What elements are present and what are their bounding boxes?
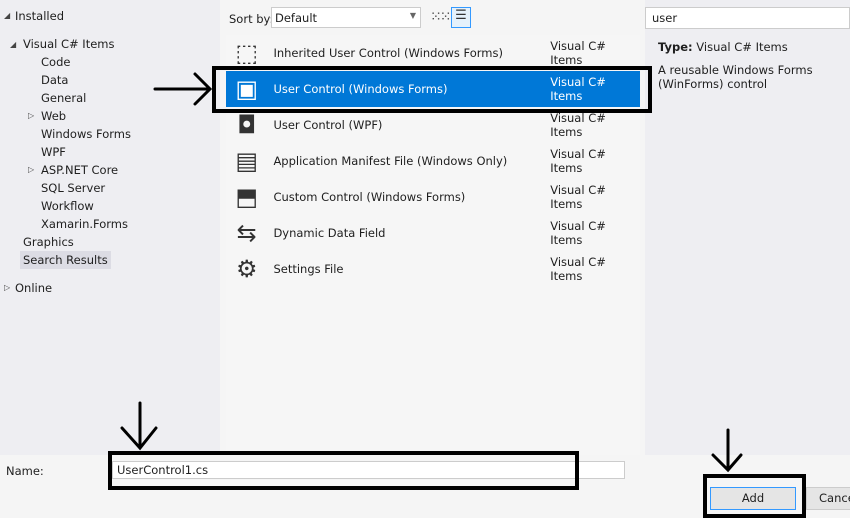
arrow-down-icon [120, 401, 158, 451]
arrow-right-icon [153, 72, 213, 106]
arrow-down-icon [711, 428, 743, 473]
annotation-arrows [120, 72, 743, 473]
